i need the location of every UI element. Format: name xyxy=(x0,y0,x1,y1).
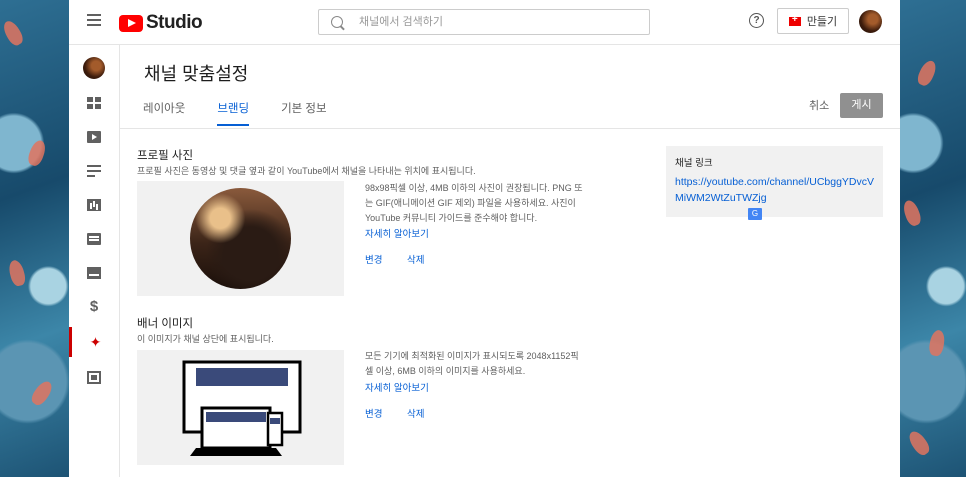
search-icon xyxy=(331,16,343,28)
profile-delete-button[interactable]: 삭제 xyxy=(407,252,424,266)
tab-branding[interactable]: 브랜딩 xyxy=(217,100,250,126)
top-bar: Studio ? 만들기 xyxy=(69,0,900,45)
channel-link-url[interactable]: https://youtube.com/channel/UCbggYDvcVMi… xyxy=(675,174,880,206)
menu-icon[interactable] xyxy=(87,14,101,26)
profile-guide-line: 98x98픽셀 이상, 4MB 이하의 사진이 권장됩니다. PNG 또 xyxy=(365,183,583,193)
channel-link-box: 채널 링크 https://youtube.com/channel/UCbggY… xyxy=(666,146,883,220)
tab-bar: 레이아웃 브랜딩 기본 정보 xyxy=(143,100,359,126)
devices-illustration xyxy=(182,360,302,456)
account-avatar[interactable] xyxy=(859,10,882,33)
publish-button[interactable]: 게시 xyxy=(840,93,883,118)
profile-guide-line: 는 GIF(애니메이션 GIF 제외) 파일을 사용하세요. 사진이 xyxy=(365,198,576,208)
flamingo-decoration xyxy=(0,18,26,48)
banner-change-button[interactable]: 변경 xyxy=(365,406,382,420)
youtube-logo-icon xyxy=(119,14,143,32)
subtitles-icon xyxy=(87,267,101,279)
profile-guide-line: YouTube 커뮤니티 가이드를 준수해야 합니다. xyxy=(365,213,538,223)
profile-picture xyxy=(190,188,291,289)
sidebar-item-subtitles[interactable] xyxy=(69,258,119,288)
banner-guidelines: 모든 기기에 최적화된 이미지가 표시되도록 2048x1152픽 셀 이상, … xyxy=(365,349,605,379)
flamingo-decoration xyxy=(900,198,924,228)
profile-learn-more-link[interactable]: 자세히 알아보기 xyxy=(365,226,429,240)
sidebar-item-audio-library[interactable] xyxy=(69,362,119,392)
profile-change-button[interactable]: 변경 xyxy=(365,252,382,266)
create-label: 만들기 xyxy=(806,16,838,28)
profile-guidelines: 98x98픽셀 이상, 4MB 이하의 사진이 권장됩니다. PNG 또 는 G… xyxy=(365,181,605,226)
banner-preview xyxy=(137,350,344,465)
background-right xyxy=(900,0,966,477)
banner-guide-line: 셀 이상, 6MB 이하의 이미지를 사용하세요. xyxy=(365,366,526,376)
banner-learn-more-link[interactable]: 자세히 알아보기 xyxy=(365,380,429,394)
audio-library-icon xyxy=(87,370,101,384)
search-box[interactable] xyxy=(318,9,650,35)
sidebar-item-dashboard[interactable] xyxy=(69,88,119,118)
sidebar-item-analytics[interactable] xyxy=(69,190,119,220)
flamingo-decoration xyxy=(927,328,947,358)
channel-avatar[interactable] xyxy=(83,57,105,79)
search-input[interactable] xyxy=(357,15,641,29)
cancel-button[interactable]: 취소 xyxy=(809,97,829,113)
dashboard-icon xyxy=(87,97,101,109)
profile-section-description: 프로필 사진은 동영상 및 댓글 옆과 같이 YouTube에서 채널을 나타내… xyxy=(137,166,476,176)
translate-icon[interactable]: G xyxy=(748,208,762,220)
banner-section-title: 배너 이미지 xyxy=(137,318,194,330)
background-left xyxy=(0,0,69,477)
banner-guide-line: 모든 기기에 최적화된 이미지가 표시되도록 2048x1152픽 xyxy=(365,351,579,361)
banner-section-description: 이 이미지가 채널 상단에 표시됩니다. xyxy=(137,334,274,344)
monetization-icon: $ xyxy=(89,298,99,315)
studio-logo[interactable]: Studio xyxy=(119,12,203,34)
tab-basic-info[interactable]: 기본 정보 xyxy=(281,100,327,126)
flamingo-decoration xyxy=(905,428,933,458)
tabs-divider xyxy=(119,128,900,129)
comments-icon xyxy=(87,233,101,245)
flamingo-decoration xyxy=(915,58,939,88)
logo-text: Studio xyxy=(146,12,203,33)
create-video-icon xyxy=(788,14,801,26)
tab-layout[interactable]: 레이아웃 xyxy=(143,100,185,126)
flamingo-decoration xyxy=(6,258,28,288)
content-icon xyxy=(87,131,101,143)
sidebar: $ ✦ xyxy=(69,45,120,477)
flamingo-decoration xyxy=(25,138,49,168)
sidebar-item-comments[interactable] xyxy=(69,224,119,254)
analytics-icon xyxy=(87,199,101,211)
create-button[interactable]: 만들기 xyxy=(777,8,849,34)
customization-icon: ✦ xyxy=(89,334,102,350)
channel-link-label: 채널 링크 xyxy=(675,158,713,169)
page-title: 채널 맞춤설정 xyxy=(144,64,249,84)
profile-section-title: 프로필 사진 xyxy=(137,150,194,162)
help-icon[interactable]: ? xyxy=(749,13,764,28)
sidebar-item-content[interactable] xyxy=(69,122,119,152)
sidebar-item-playlists[interactable] xyxy=(69,156,119,186)
studio-app: Studio ? 만들기 $ xyxy=(69,0,900,477)
banner-delete-button[interactable]: 삭제 xyxy=(407,406,424,420)
sidebar-item-customization[interactable]: ✦ xyxy=(69,327,119,357)
playlists-icon xyxy=(87,165,101,177)
flamingo-decoration xyxy=(28,378,56,408)
profile-preview xyxy=(137,181,344,296)
sidebar-item-monetization[interactable]: $ xyxy=(69,292,119,322)
